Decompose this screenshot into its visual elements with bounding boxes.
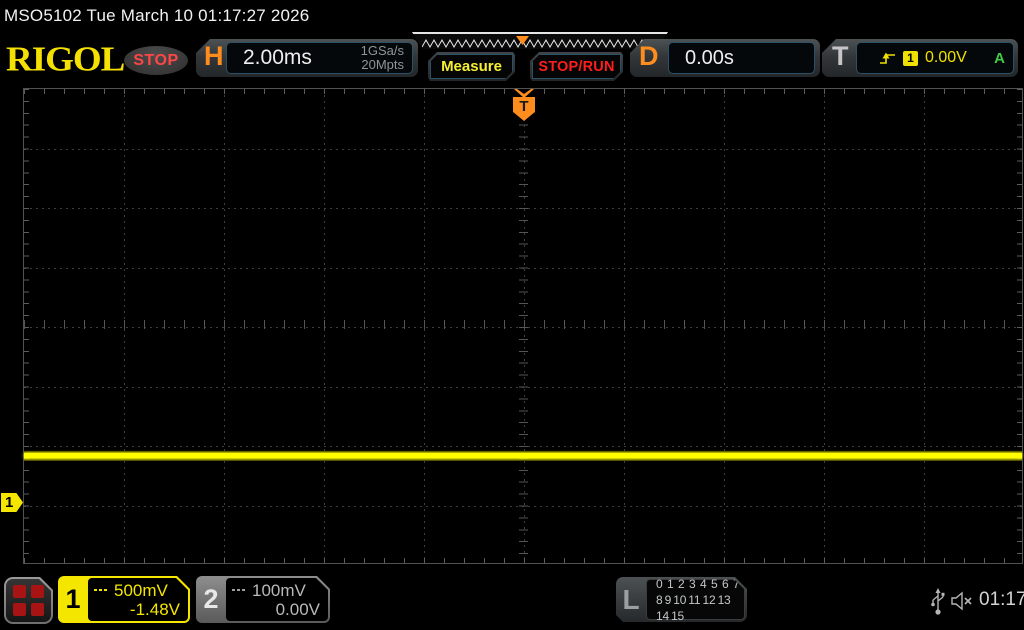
memory-depth: 20Mpts bbox=[361, 57, 404, 72]
stop-run-button[interactable]: STOP/RUN bbox=[530, 52, 623, 81]
channel1-values: 500mV -1.48V bbox=[88, 578, 188, 621]
logic-channel-list: 0 1 2 3 4 5 6 7 8 9 10 11 12 13 14 15 bbox=[646, 579, 745, 620]
channel2-values: 100mV 0.00V bbox=[226, 578, 328, 621]
stop-run-button-label: STOP/RUN bbox=[532, 54, 621, 79]
trigger-level-value: 0.00V bbox=[925, 49, 967, 66]
timebase-value: 2.00ms bbox=[243, 46, 312, 69]
run-state-badge: STOP bbox=[124, 46, 188, 75]
channel2-scale: 100mV bbox=[252, 580, 306, 600]
model-and-datetime: MSO5102 Tue March 10 01:17:27 2026 bbox=[4, 6, 310, 25]
channel2-number: 2 bbox=[203, 584, 219, 614]
usb-icon bbox=[931, 588, 945, 615]
delay-box[interactable]: 0.00s bbox=[668, 42, 815, 74]
grid-squares-icon bbox=[6, 579, 51, 622]
channel1-offset: -1.48V bbox=[129, 599, 180, 619]
channel1-number: 1 bbox=[65, 584, 81, 614]
horizontal-label: H bbox=[204, 41, 224, 71]
channel2-status-block[interactable]: 2 100mV 0.00V bbox=[196, 576, 330, 623]
delay-label: D bbox=[639, 41, 659, 71]
channel2-offset: 0.00V bbox=[275, 599, 320, 619]
measure-button-label: Measure bbox=[430, 54, 513, 79]
waveform-record-indicator bbox=[412, 32, 668, 49]
logic-label: L bbox=[622, 583, 640, 615]
channel1-status-block[interactable]: 1 500mV -1.48V bbox=[58, 576, 190, 623]
trigger-source-badge: 1 bbox=[903, 51, 918, 66]
channel1-position-marker[interactable]: 1 bbox=[1, 493, 23, 512]
channel-menu-button[interactable] bbox=[4, 577, 53, 624]
channel1-trace-core bbox=[24, 453, 1022, 458]
dc-coupling-icon bbox=[94, 586, 109, 595]
trigger-box[interactable]: 1 0.00V A bbox=[856, 42, 1014, 74]
center-vertical-axis-ticks bbox=[519, 89, 528, 563]
logic-channels-8-15: 8 9 10 11 12 13 14 15 bbox=[656, 592, 731, 623]
clock: 01:17 bbox=[979, 589, 1024, 610]
channel1-scale: 500mV bbox=[114, 580, 168, 600]
rising-edge-icon bbox=[879, 50, 896, 66]
trigger-settings-group[interactable]: T 1 0.00V A bbox=[822, 39, 1018, 77]
speaker-muted-icon bbox=[951, 591, 972, 611]
logic-channels-0-7: 0 1 2 3 4 5 6 7 bbox=[656, 576, 741, 591]
logic-channels-block[interactable]: L 0 1 2 3 4 5 6 7 8 9 10 11 12 13 14 15 bbox=[616, 577, 747, 622]
delay-settings-group[interactable]: D 0.00s bbox=[630, 39, 820, 77]
trigger-mode-auto: A bbox=[994, 49, 1005, 67]
delay-value: 0.00s bbox=[685, 46, 734, 69]
sample-rate: 1GSa/s bbox=[360, 43, 404, 58]
trigger-label: T bbox=[832, 41, 849, 71]
acquisition-info: 1GSa/s 20Mpts bbox=[361, 44, 412, 72]
channel1-waveform-trace bbox=[24, 451, 1022, 461]
waveform-display-area: T bbox=[23, 88, 1023, 564]
zigzag-waveform-icon bbox=[422, 38, 658, 48]
timebase-box[interactable]: 2.00ms 1GSa/s 20Mpts bbox=[226, 42, 413, 74]
rigol-logo: RIGOL bbox=[6, 40, 125, 79]
dc-coupling-icon bbox=[232, 586, 247, 595]
measure-button[interactable]: Measure bbox=[428, 52, 515, 81]
horizontal-settings-group[interactable]: H 2.00ms 1GSa/s 20Mpts bbox=[196, 39, 418, 77]
trigger-flag-icon: T bbox=[513, 97, 535, 121]
